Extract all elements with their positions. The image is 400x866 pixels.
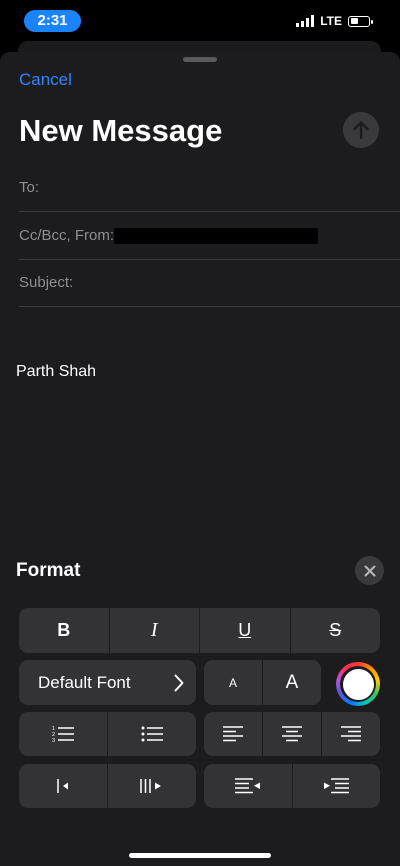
page-title: New Message <box>19 113 223 148</box>
indent-group <box>19 764 196 808</box>
indent-quote-icon <box>324 778 350 794</box>
bulleted-list-button[interactable] <box>108 712 196 756</box>
list-group: 123 <box>19 712 196 756</box>
align-right-button[interactable] <box>322 712 380 756</box>
bold-label: B <box>57 620 71 640</box>
to-label: To: <box>19 179 40 196</box>
color-ring-gap <box>340 666 376 702</box>
compose-sheet: Cancel New Message To: Cc/Bcc, From: Sub… <box>0 52 400 866</box>
subject-field[interactable]: Subject: <box>19 260 400 307</box>
text-style-group: B I U S <box>19 608 380 653</box>
battery-icon <box>348 15 373 27</box>
format-panel-title: Format <box>16 560 81 581</box>
italic-label: I <box>150 619 158 641</box>
quote-level-group <box>204 764 380 808</box>
alignment-group <box>204 712 380 756</box>
increase-indent-button[interactable] <box>108 764 196 808</box>
status-time[interactable]: 2:31 <box>24 10 81 32</box>
align-left-icon <box>223 726 243 742</box>
cancel-button[interactable]: Cancel <box>19 70 72 90</box>
increase-indent-icon <box>140 779 161 793</box>
sheet-grabber[interactable] <box>183 57 217 62</box>
font-size-group: A A <box>204 660 321 705</box>
strikethrough-label: S <box>329 620 342 640</box>
close-icon <box>364 565 375 576</box>
underline-button[interactable]: U <box>200 608 291 653</box>
underline-label: U <box>238 620 252 640</box>
close-format-button[interactable] <box>355 556 384 585</box>
message-body-signature[interactable]: Parth Shah <box>16 363 96 381</box>
network-label: LTE <box>320 14 342 28</box>
bold-button[interactable]: B <box>19 608 110 653</box>
decrease-indent-icon <box>57 779 68 793</box>
send-arrow-icon <box>353 121 369 140</box>
status-indicators: LTE <box>296 14 373 28</box>
signal-icon <box>296 15 315 27</box>
chevron-right-icon <box>174 674 184 691</box>
increase-font-size-button[interactable]: A <box>263 660 321 705</box>
font-picker-button[interactable]: Default Font <box>19 660 196 705</box>
bulleted-list-icon <box>141 726 163 742</box>
status-bar: 2:31 LTE <box>0 0 400 44</box>
decrease-quote-level-button[interactable] <box>204 764 293 808</box>
decrease-font-size-button[interactable]: A <box>204 660 263 705</box>
subject-label: Subject: <box>19 274 74 291</box>
decrease-indent-button[interactable] <box>19 764 108 808</box>
cc-bcc-from-field[interactable]: Cc/Bcc, From: <box>19 213 400 260</box>
outdent-quote-icon <box>234 778 260 794</box>
align-center-icon <box>282 726 302 742</box>
align-left-button[interactable] <box>204 712 263 756</box>
font-name-label: Default Font <box>38 672 131 692</box>
svg-text:3: 3 <box>52 738 55 743</box>
home-indicator[interactable] <box>129 853 271 858</box>
text-color-button[interactable] <box>336 662 380 706</box>
selected-color-swatch <box>342 668 374 700</box>
redacted-email <box>114 228 318 244</box>
small-size-label: A <box>228 675 237 690</box>
to-field[interactable]: To: <box>19 165 400 212</box>
align-center-button[interactable] <box>263 712 322 756</box>
send-button[interactable] <box>343 112 379 148</box>
italic-button[interactable]: I <box>110 608 200 653</box>
cc-bcc-from-label: Cc/Bcc, From: <box>19 227 115 244</box>
increase-quote-level-button[interactable] <box>293 764 381 808</box>
numbered-list-icon: 123 <box>52 726 74 743</box>
numbered-list-button[interactable]: 123 <box>19 712 108 756</box>
strikethrough-button[interactable]: S <box>291 608 381 653</box>
align-right-icon <box>341 726 361 742</box>
large-size-label: A <box>285 671 299 693</box>
